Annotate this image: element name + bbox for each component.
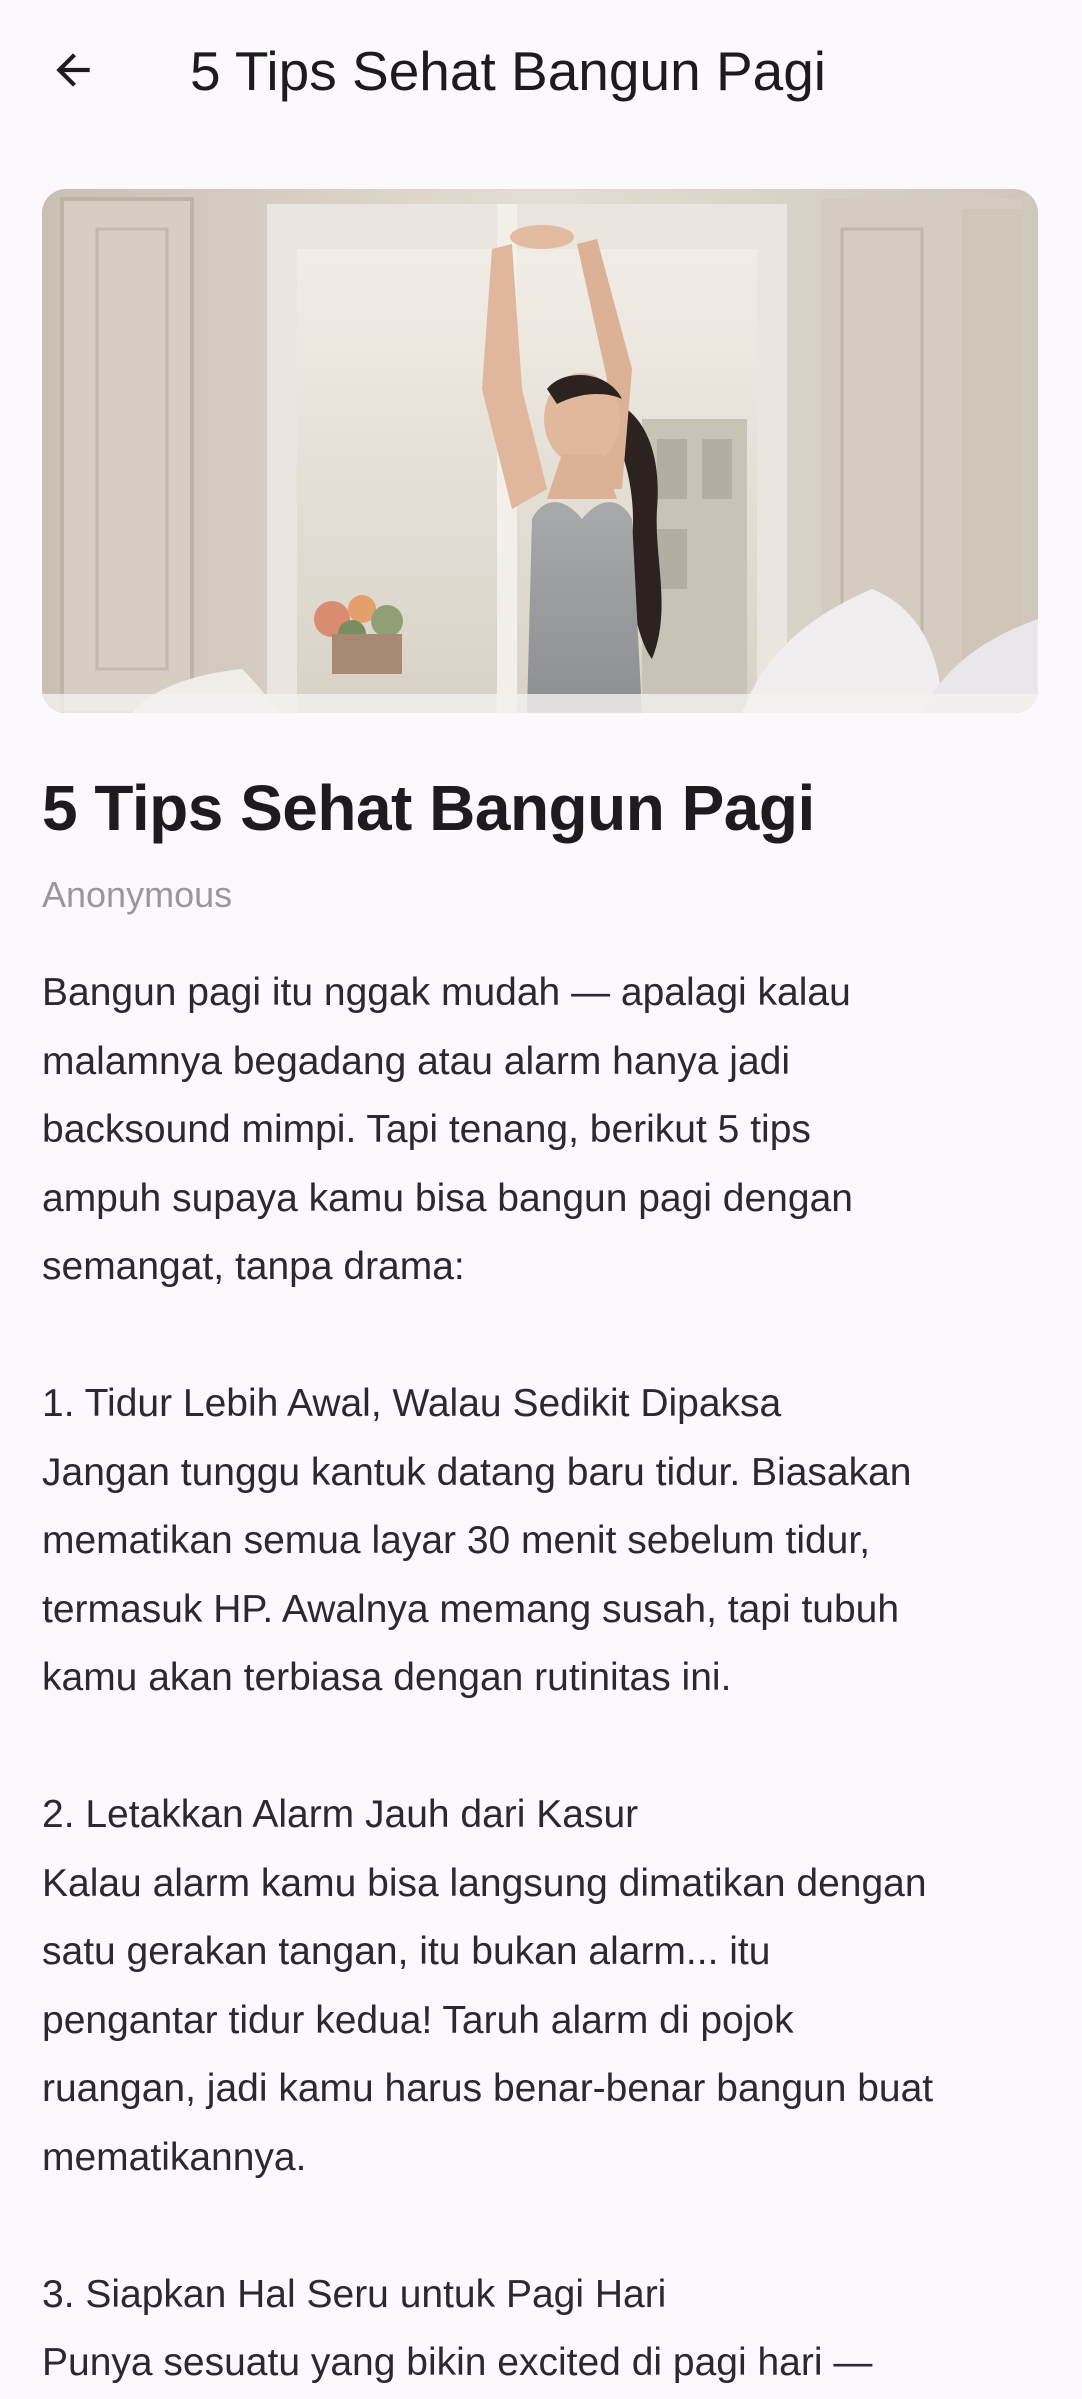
back-button[interactable] bbox=[36, 33, 110, 107]
article-author: Anonymous bbox=[42, 874, 233, 915]
article-content: 5 Tips Sehat Bangun Pagi Anonymous Bangu… bbox=[42, 189, 1038, 2398]
article-body: Bangun pagi itu nggak mudah — apalagi ka… bbox=[42, 971, 934, 2384]
article-title: 5 Tips Sehat Bangun Pagi bbox=[42, 772, 815, 844]
app-bar-title: 5 Tips Sehat Bangun Pagi bbox=[190, 40, 827, 102]
app-bar: 5 Tips Sehat Bangun Pagi bbox=[0, 0, 1082, 146]
hero-image bbox=[42, 189, 1038, 713]
arrow-left-icon bbox=[56, 53, 90, 87]
